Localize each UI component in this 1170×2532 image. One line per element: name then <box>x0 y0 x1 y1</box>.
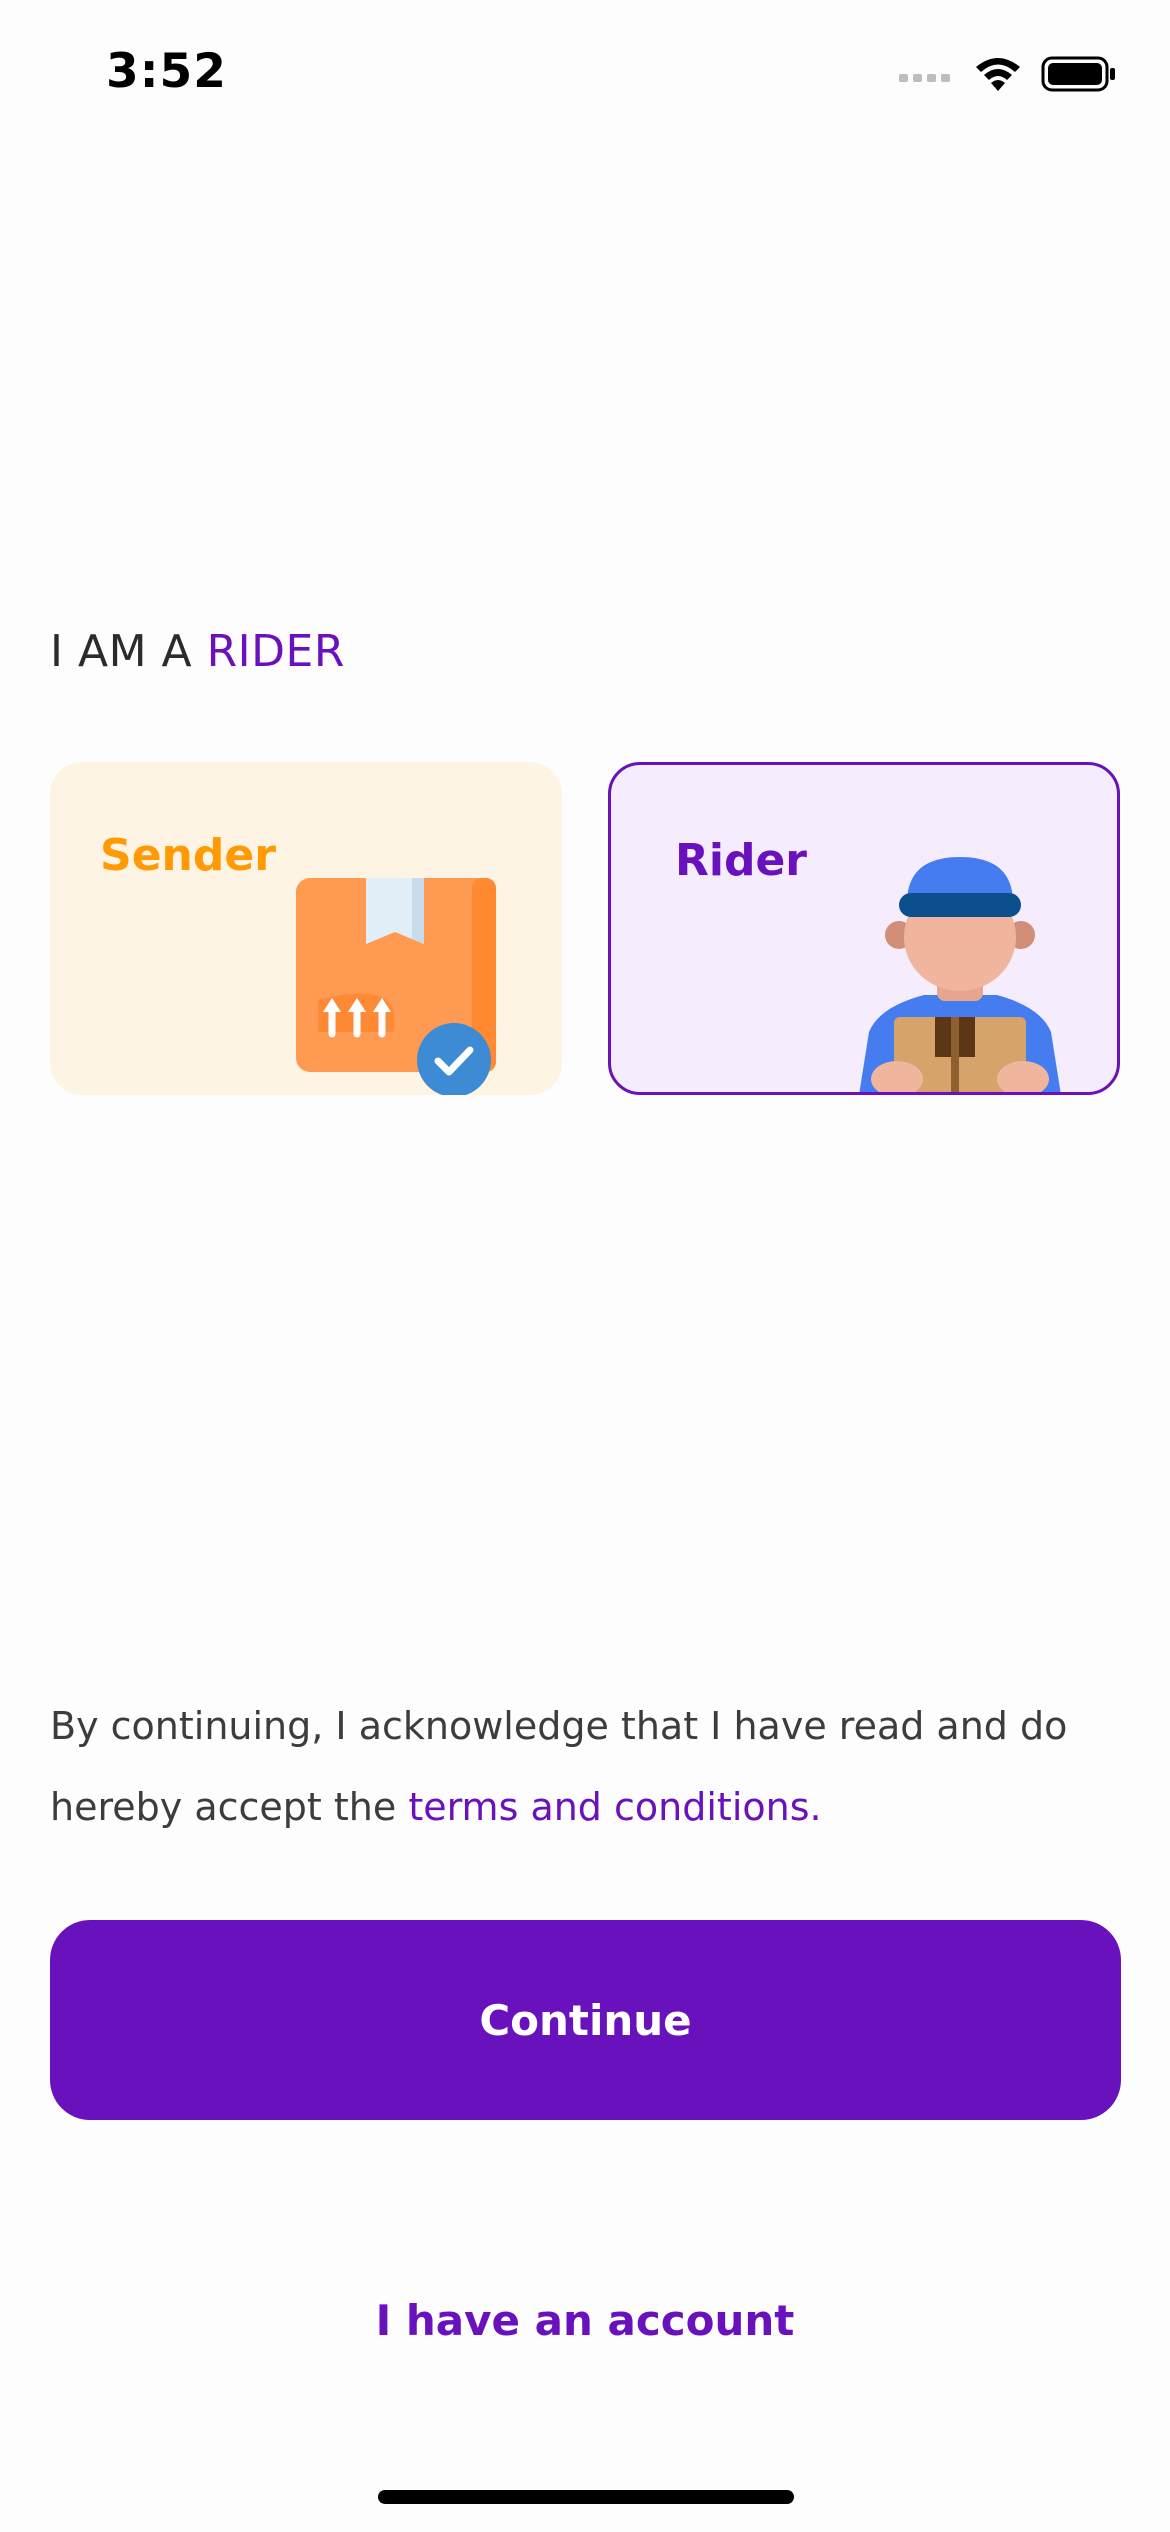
delivery-rider-icon <box>849 857 1071 1092</box>
terms-text: By continuing, I acknowledge that I have… <box>50 1686 1120 1848</box>
sender-card[interactable]: Sender <box>50 762 562 1095</box>
wifi-icon <box>973 55 1023 97</box>
signal-icon <box>899 64 955 88</box>
status-icons <box>899 55 1117 97</box>
checkmark-badge-icon <box>414 1020 494 1095</box>
selected-role: RIDER <box>206 626 345 677</box>
rider-card-label: Rider <box>675 835 807 886</box>
rider-card[interactable]: Rider <box>608 762 1120 1095</box>
continue-button[interactable]: Continue <box>50 1920 1121 2120</box>
sender-card-label: Sender <box>100 830 276 881</box>
home-indicator[interactable] <box>378 2490 794 2504</box>
battery-icon <box>1041 55 1117 97</box>
role-heading-prefix: I AM A <box>50 626 207 677</box>
role-heading: I AM A RIDER <box>50 626 345 677</box>
status-time: 3:52 <box>106 44 227 99</box>
terms-link[interactable]: terms and conditions. <box>408 1785 821 1829</box>
have-account-link[interactable]: I have an account <box>0 2296 1170 2345</box>
